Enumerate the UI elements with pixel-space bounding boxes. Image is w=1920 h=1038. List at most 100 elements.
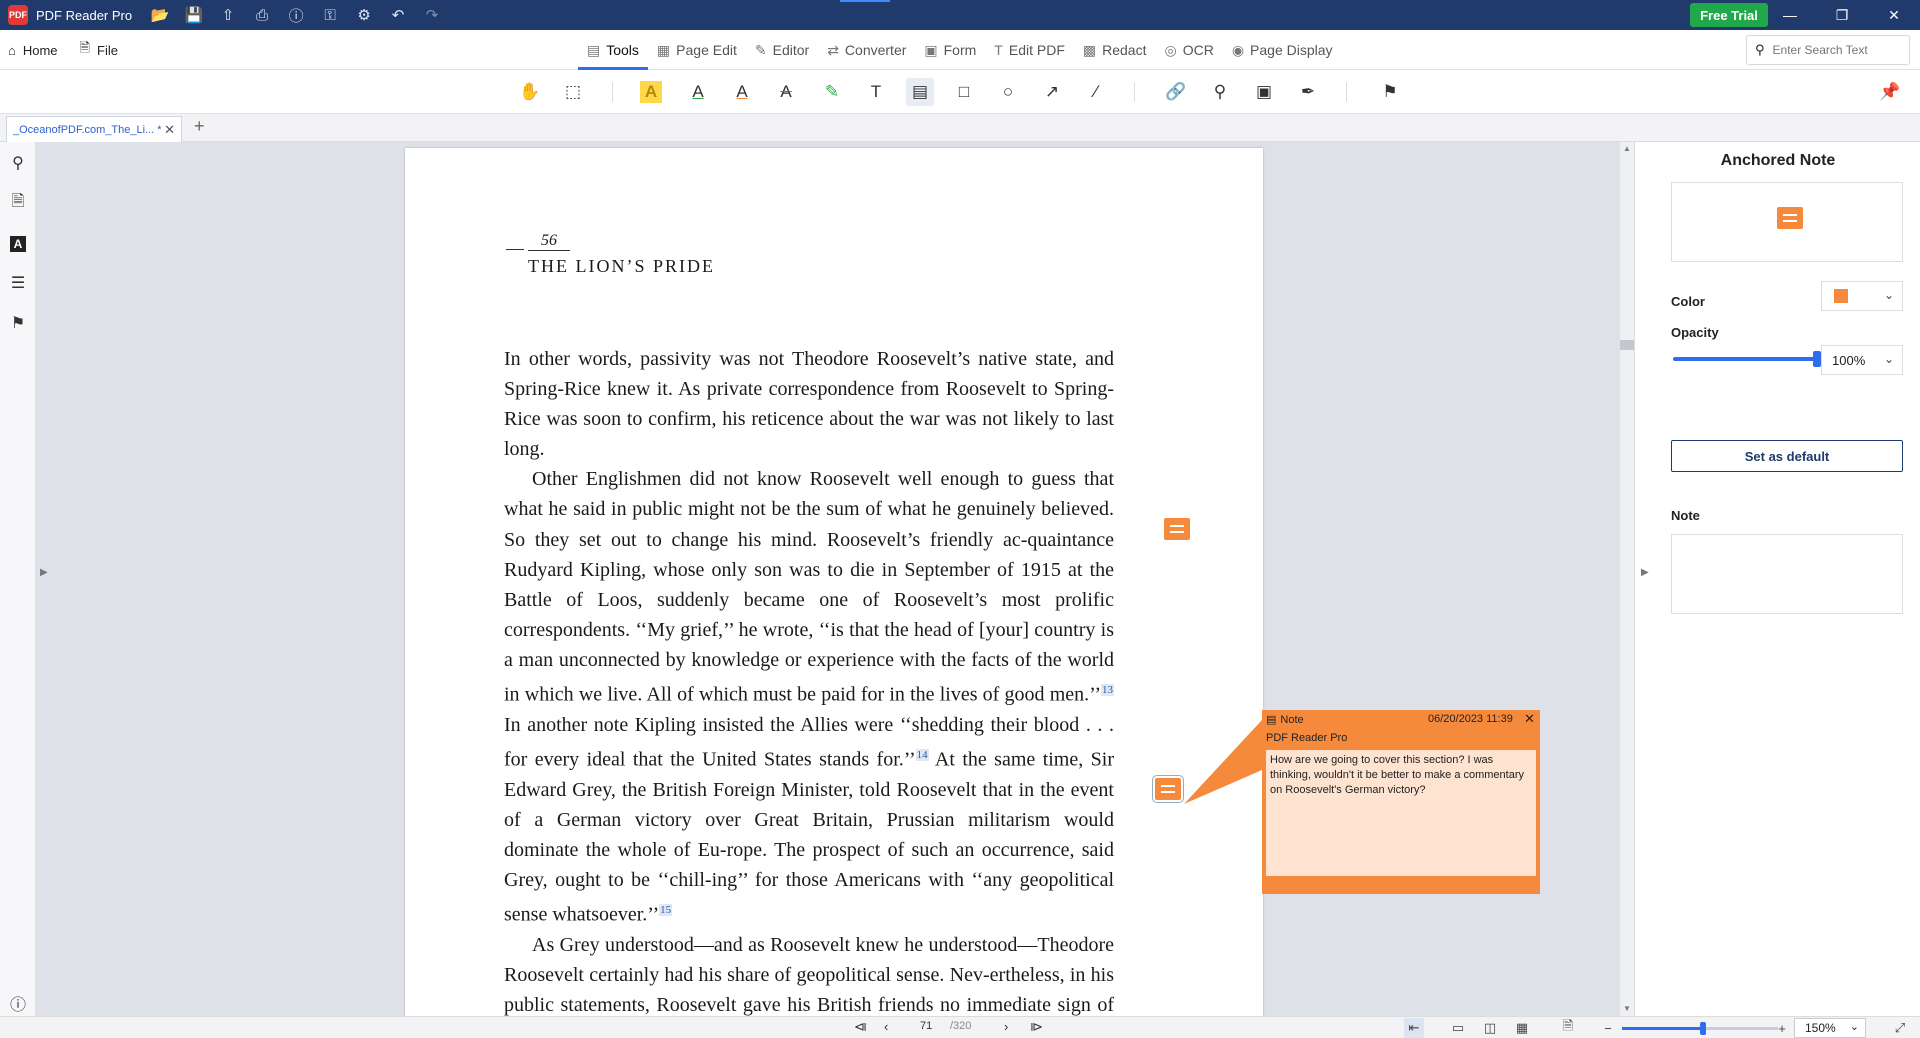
color-select[interactable]: ⌄	[1821, 281, 1903, 311]
underline-icon[interactable]: A	[684, 78, 712, 106]
text-box-icon[interactable]: T	[862, 78, 890, 106]
scroll-up-icon[interactable]: ▲	[1623, 144, 1631, 153]
opacity-slider-knob[interactable]	[1813, 351, 1821, 367]
bookmark-icon[interactable]: ⚑	[1376, 78, 1404, 106]
collapse-right-panel-icon[interactable]: ▶	[1641, 567, 1649, 578]
zoom-out-icon[interactable]: −	[1598, 1018, 1618, 1038]
tab-redact[interactable]: ▩ Redact	[1074, 30, 1156, 70]
file-menu[interactable]: 🗎 File	[80, 39, 118, 61]
open-folder-icon[interactable]: 📂	[146, 0, 174, 30]
help-icon[interactable]: ⓘ	[282, 0, 310, 30]
rectangle-icon[interactable]: □	[950, 78, 978, 106]
tab-editor[interactable]: ✎ Editor	[746, 30, 818, 70]
scroll-thumb[interactable]	[1620, 340, 1634, 350]
restore-icon[interactable]: ❐	[1816, 0, 1868, 30]
close-window-icon[interactable]: ✕	[1868, 0, 1920, 30]
vertical-scrollbar[interactable]: ▲ ▼	[1620, 142, 1634, 1016]
export-page-icon[interactable]: 🗎	[1558, 1018, 1578, 1038]
paragraph: In other words, passivity was not Theodo…	[504, 344, 1114, 464]
print-icon[interactable]: ⎙	[248, 0, 276, 30]
thumbnails-icon[interactable]: 🗎	[7, 192, 29, 214]
zoom-in-icon[interactable]: +	[1772, 1018, 1792, 1038]
hand-tool-icon[interactable]: ✋	[516, 78, 544, 106]
tab-page-edit[interactable]: ▦ Page Edit	[648, 30, 746, 70]
two-page-icon[interactable]: ◫	[1480, 1018, 1500, 1038]
file-icon: 🗎	[79, 40, 90, 55]
zoom-slider-knob[interactable]	[1700, 1022, 1706, 1035]
squiggly-icon[interactable]: A	[728, 78, 756, 106]
tab-ocr[interactable]: ◎ OCR	[1155, 30, 1222, 70]
current-page[interactable]: 71	[920, 1020, 932, 1032]
note-popup-header: ▤ Note 06/20/2023 11:39 ✕ PDF Reader Pro	[1262, 710, 1540, 744]
stamp-icon[interactable]: ⚲	[1206, 78, 1234, 106]
highlight-icon[interactable]: A	[640, 81, 662, 103]
note-popup-author: PDF Reader Pro	[1266, 732, 1348, 744]
image-icon[interactable]: ▣	[1250, 78, 1278, 106]
share-icon[interactable]: ⇧	[214, 0, 242, 30]
set-default-button[interactable]: Set as default	[1671, 440, 1903, 472]
close-note-icon[interactable]: ✕	[1524, 711, 1535, 727]
anchored-note-marker-selected[interactable]	[1152, 775, 1184, 803]
arrow-icon[interactable]: ↗	[1038, 78, 1066, 106]
tab-edit-pdf[interactable]: T Edit PDF	[985, 30, 1074, 70]
footnote-marker: 13	[1101, 684, 1114, 697]
toolbar-separator	[1134, 82, 1135, 102]
strikethrough-icon[interactable]: A	[772, 78, 800, 106]
tab-tools[interactable]: ▤ Tools	[578, 30, 648, 70]
save-icon[interactable]: 💾	[180, 0, 208, 30]
document-tab[interactable]: _OceanofPDF.com_The_Li... * ✕	[6, 116, 182, 142]
single-page-icon[interactable]: ▭	[1448, 1018, 1468, 1038]
new-tab-icon[interactable]: +	[194, 116, 205, 137]
key-icon[interactable]: ⚿	[316, 0, 344, 30]
last-page-icon[interactable]: ⧐	[1030, 1019, 1043, 1035]
next-page-icon[interactable]: ›	[1004, 1019, 1008, 1034]
anchored-note-marker[interactable]	[1164, 518, 1190, 540]
opacity-slider[interactable]	[1673, 351, 1821, 367]
redo-icon[interactable]: ↷	[418, 0, 446, 30]
note-popup-content[interactable]: How are we going to cover this section? …	[1266, 750, 1536, 876]
first-page-icon[interactable]: ⧏	[854, 1019, 867, 1035]
note-textarea[interactable]	[1671, 534, 1903, 614]
fullscreen-icon[interactable]: ⤢	[1890, 1018, 1910, 1038]
close-tab-icon[interactable]: ✕	[164, 122, 175, 138]
tab-page-display[interactable]: ◉ Page Display	[1223, 30, 1342, 70]
anchored-note-icon[interactable]: ▤	[906, 78, 934, 106]
file-label: File	[97, 42, 118, 58]
home-menu[interactable]: ⌂ Home	[8, 43, 58, 58]
pin-icon[interactable]: 📌	[1876, 78, 1904, 106]
annotations-panel-icon[interactable]: A	[10, 236, 26, 252]
select-area-icon[interactable]: ⬚	[559, 78, 587, 106]
fit-width-icon[interactable]: ⇤	[1404, 1018, 1424, 1038]
freehand-icon[interactable]: ✎	[818, 78, 846, 106]
outline-icon[interactable]: ☰	[7, 272, 29, 294]
note-popup[interactable]: ▤ Note 06/20/2023 11:39 ✕ PDF Reader Pro …	[1262, 710, 1540, 894]
scroll-down-icon[interactable]: ▼	[1623, 1004, 1631, 1013]
zoom-select[interactable]: 150% ⌄	[1794, 1018, 1866, 1038]
minimize-icon[interactable]: —	[1764, 0, 1816, 30]
toolbar-separator	[1346, 82, 1347, 102]
search-panel-icon[interactable]: ⚲	[7, 152, 29, 174]
tab-form[interactable]: ▣ Form	[915, 30, 985, 70]
settings-icon[interactable]: ⚙	[350, 0, 378, 30]
link-icon[interactable]: 🔗	[1162, 78, 1190, 106]
zoom-slider[interactable]	[1622, 1022, 1778, 1035]
free-trial-button[interactable]: Free Trial	[1690, 3, 1768, 27]
scroll-mode-icon[interactable]: ▦	[1512, 1018, 1532, 1038]
search-box[interactable]: ⚲	[1746, 35, 1910, 65]
line-icon[interactable]: ∕	[1082, 78, 1110, 106]
signature-icon[interactable]: ✒	[1294, 78, 1322, 106]
circle-icon[interactable]: ○	[994, 78, 1022, 106]
info-icon[interactable]: ⓘ	[10, 991, 26, 1015]
pdf-page[interactable]: 56 THE LION’S PRIDE In other words, pass…	[405, 148, 1263, 1016]
tab-converter[interactable]: ⇄ Converter	[818, 30, 915, 70]
undo-icon[interactable]: ↶	[384, 0, 412, 30]
search-input[interactable]	[1772, 43, 1893, 57]
collapse-left-panel-icon[interactable]: ▶	[40, 567, 48, 578]
prev-page-icon[interactable]: ‹	[884, 1019, 888, 1034]
paragraph-text: As Grey understood—and as Roosevelt knew…	[504, 933, 1114, 1016]
grid-icon: ▦	[656, 41, 671, 58]
bookmarks-panel-icon[interactable]: ⚑	[7, 312, 29, 334]
home-label: Home	[22, 42, 58, 58]
opacity-select[interactable]: 100% ⌄	[1821, 345, 1903, 375]
note-preview	[1671, 182, 1903, 262]
